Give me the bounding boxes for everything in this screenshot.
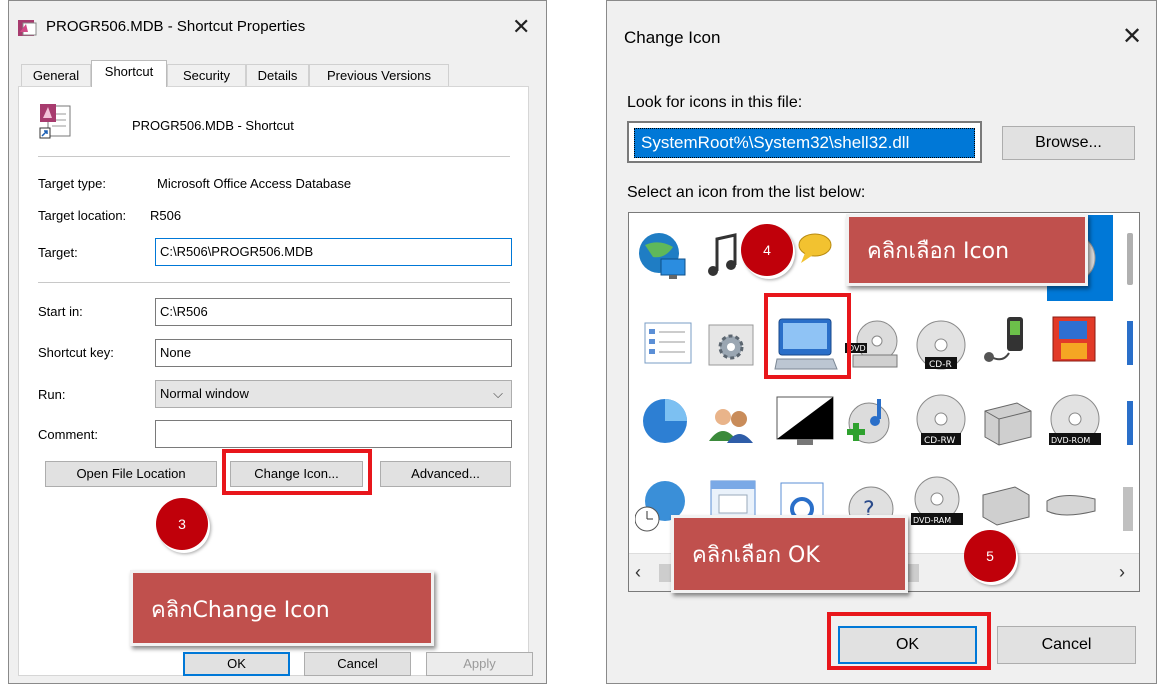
icon-file-path-selection: SystemRoot%\System32\shell32.dll <box>634 128 975 158</box>
target-input[interactable]: C:\R506\PROGR506.MDB <box>155 238 512 266</box>
cd-r-icon[interactable]: CD-R <box>911 317 971 377</box>
target-type-value: Microsoft Office Access Database <box>157 176 352 191</box>
icon-partial <box>1127 233 1133 285</box>
highlight-ok <box>827 612 991 670</box>
step-3-badge: 3 <box>156 498 208 550</box>
close-icon[interactable]: ✕ <box>512 16 530 38</box>
dvd-drive-icon[interactable]: DVD <box>845 317 905 377</box>
speech-bubble-icon[interactable] <box>785 223 845 283</box>
chevron-down-icon: ⌵ <box>493 386 503 401</box>
tab-details[interactable]: Details <box>246 64 309 86</box>
cd-r-text: CD-R <box>929 360 952 370</box>
settings-gear-icon[interactable] <box>703 317 763 377</box>
scroll-right-icon[interactable]: › <box>1119 562 1125 583</box>
run-label: Run: <box>38 387 66 402</box>
pie-chart-icon[interactable] <box>637 393 697 453</box>
highlight-change-icon <box>222 449 372 495</box>
network-globe-icon[interactable] <box>635 225 695 285</box>
close-icon[interactable]: ✕ <box>1122 25 1142 49</box>
removable-drive-icon[interactable] <box>1043 483 1103 543</box>
floppy-disk-icon[interactable] <box>1045 313 1105 373</box>
change-icon-title: Change Icon <box>624 28 721 47</box>
cd-rw-text: CD-RW <box>924 436 955 446</box>
ok-button[interactable]: OK <box>183 652 290 676</box>
apply-button[interactable]: Apply <box>426 652 533 676</box>
tab-general[interactable]: General <box>21 64 91 86</box>
shortcut-key-input[interactable]: None <box>155 339 512 367</box>
callout-select-icon: คลิกเลือก Icon <box>846 214 1088 286</box>
target-location-value: R506 <box>150 208 182 223</box>
cd-rw-icon[interactable]: CD-RW <box>911 393 971 453</box>
start-in-input[interactable]: C:\R506 <box>155 298 512 326</box>
target-location-label: Target location: <box>38 208 127 223</box>
highlight-selected-icon <box>764 293 851 379</box>
advanced-button[interactable]: Advanced... <box>380 461 511 487</box>
scroll-left-icon[interactable]: ‹ <box>635 562 641 583</box>
dvd-rom-icon[interactable]: DVD-ROM <box>1045 393 1105 453</box>
callout-ok: คลิกเลือก OK <box>671 515 908 593</box>
change-icon-cancel-button[interactable]: Cancel <box>997 626 1136 664</box>
select-icon-label: Select an icon from the list below: <box>627 184 866 201</box>
window-title: PROGR506.MDB - Shortcut Properties <box>46 18 306 35</box>
look-for-icons-label: Look for icons in this file: <box>627 94 803 111</box>
tab-security[interactable]: Security <box>167 64 246 86</box>
tab-previous-versions[interactable]: Previous Versions <box>309 64 449 86</box>
dvd-ram-text: DVD-RAM <box>913 516 951 525</box>
shortcut-name: PROGR506.MDB - Shortcut <box>132 118 294 133</box>
tab-shortcut[interactable]: Shortcut <box>91 60 167 87</box>
comment-label: Comment: <box>38 427 98 442</box>
display-contrast-icon[interactable] <box>773 393 839 453</box>
separator <box>38 282 510 283</box>
run-select-value: Normal window <box>160 386 249 401</box>
dvd-ram-icon[interactable]: DVD-RAM <box>907 475 967 535</box>
hard-drive-icon[interactable] <box>977 393 1037 453</box>
shortcut-key-label: Shortcut key: <box>38 345 114 360</box>
icon-partial <box>1127 321 1133 365</box>
browse-button[interactable]: Browse... <box>1002 126 1135 160</box>
run-select[interactable]: Normal window ⌵ <box>155 380 512 408</box>
access-app-icon <box>16 18 38 38</box>
separator <box>38 156 510 157</box>
icon-partial <box>1123 487 1133 531</box>
add-music-icon[interactable] <box>841 393 901 453</box>
start-in-label: Start in: <box>38 304 83 319</box>
cancel-button[interactable]: Cancel <box>304 652 411 676</box>
shortcut-file-icon <box>38 102 74 140</box>
icon-file-path-input[interactable]: SystemRoot%\System32\shell32.dll <box>627 121 982 163</box>
target-type-label: Target type: <box>38 176 106 191</box>
step-4-badge: 4 <box>741 224 793 276</box>
icon-partial <box>1127 401 1133 445</box>
target-label: Target: <box>38 245 78 260</box>
step-5-badge: 5 <box>964 530 1016 582</box>
dvd-rom-text: DVD-ROM <box>1051 436 1090 445</box>
comment-input[interactable] <box>155 420 512 448</box>
callout-change-icon: คลิกChange Icon <box>130 570 434 646</box>
users-icon[interactable] <box>703 397 763 457</box>
media-player-icon[interactable] <box>979 313 1039 373</box>
open-file-location-button[interactable]: Open File Location <box>45 461 217 487</box>
checklist-icon[interactable] <box>639 317 699 377</box>
